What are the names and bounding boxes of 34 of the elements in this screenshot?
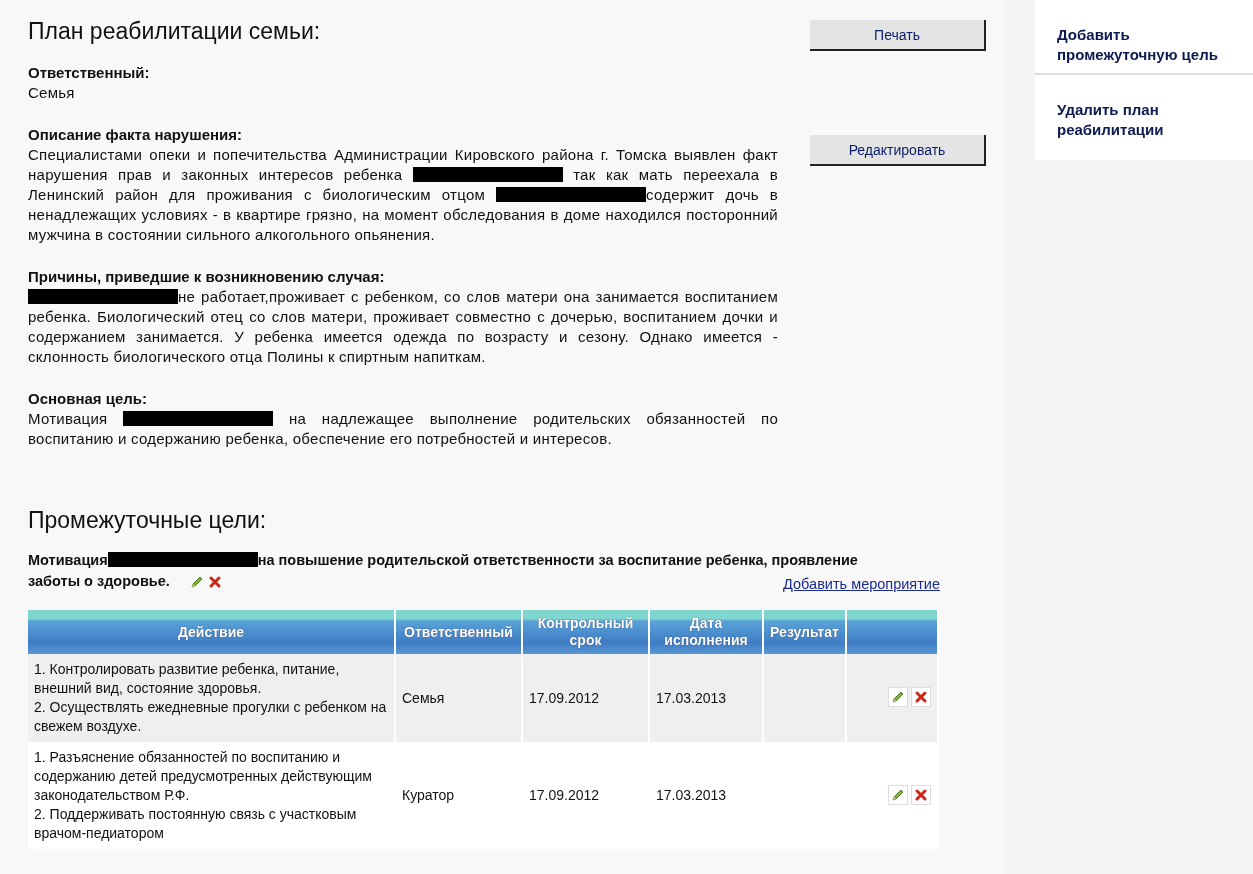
table-cell: 17.03.2013	[649, 654, 763, 742]
table-cell: 17.09.2012	[522, 654, 649, 742]
paragraph: не работает,проживает с ребенком, со слов матери она занимается воспитанием ребенка. Биологический отец со слов матери, проживает совместно с дочерью, воспитанием дочки и содержанием занимается. У ребенка имеется одежда по возрасту и сезону. Однако имеется - склонность биологического отца Полины к спиртным напиткам.	[28, 287, 778, 367]
table-cell: 17.09.2012	[522, 742, 649, 849]
delete-icon[interactable]	[914, 690, 928, 704]
column-header: Результат	[763, 610, 846, 654]
section-label: Причины, приведшие к возникновению случая:	[28, 267, 386, 287]
paragraph: Мотивация на надлежащее выполнение родительских обязанностей по воспитанию и содержанию ребенка, обеспечение его потребностей и интересов.	[28, 409, 778, 449]
section-label: Описание факта нарушения:	[28, 125, 244, 145]
table-cell: Куратор	[395, 742, 522, 849]
table-cell: Семья	[395, 654, 522, 742]
column-header: Действие	[28, 610, 395, 654]
sidebar-link[interactable]: Добавить промежуточную цель	[1035, 0, 1253, 75]
table-cell: 1. Контролировать развитие ребенка, питание, внешний вид, состояние здоровья. 2. Осуществлять ежедневные прогулки с ребенком на свежем воздухе.	[28, 654, 395, 742]
add-activity-link[interactable]: Добавить мероприятие	[783, 576, 940, 592]
edit-button[interactable]: Редактировать	[810, 135, 986, 166]
column-header: Контрольный срок	[522, 610, 649, 654]
section-label: Основная цель:	[28, 389, 149, 409]
section-title: Промежуточные цели:	[28, 507, 268, 534]
column-header: Дата исполнения	[649, 610, 763, 654]
sidebar-link[interactable]: Удалить план реабилитации	[1035, 75, 1253, 148]
table-cell: 1. Разъяснение обязанностей по воспитанию и содержанию детей предусмотренных действующим законодательством Р.Ф. 2. Поддерживать постоянную связь с участковым врачом-педиатором	[28, 742, 395, 849]
pencil-icon[interactable]	[891, 690, 905, 704]
page-title: План реабилитации семьи:	[28, 18, 322, 45]
pencil-icon[interactable]	[891, 787, 905, 802]
print-button[interactable]: Печать	[810, 20, 986, 51]
section-label: Ответственный:	[28, 63, 151, 83]
paragraph: Семья	[28, 83, 76, 103]
column-header: Ответственный	[395, 610, 522, 654]
delete-icon[interactable]	[208, 575, 222, 589]
table-cell: 17.03.2013	[649, 742, 763, 849]
delete-icon[interactable]	[914, 787, 928, 802]
pencil-icon[interactable]	[190, 575, 204, 589]
paragraph: Специалистами опеки и попечительства Администрации Кировского района г. Томска выявлен факт нарушения прав и законных интересов ребенка так как мать переехала в Ленинский район для проживания с биологическим отцом содержит дочь в ненадлежащих условиях - в квартире грязно, на момент обследования в доме находился посторонний мужчина в состоянии сильного алкогольного опьянения.	[28, 145, 778, 245]
